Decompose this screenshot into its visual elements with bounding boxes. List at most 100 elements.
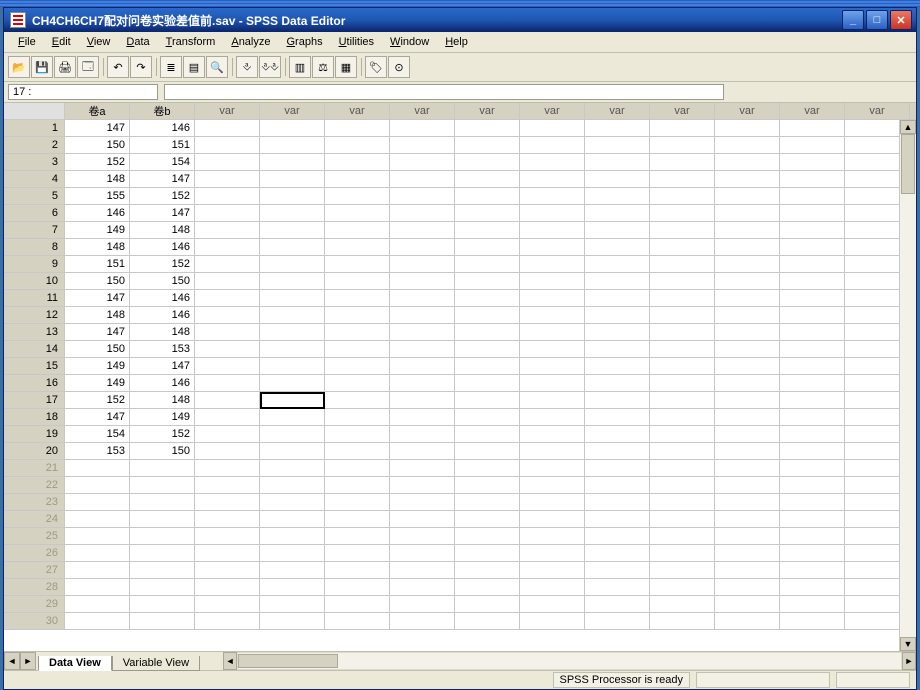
data-cell[interactable] xyxy=(585,154,650,171)
data-cell[interactable] xyxy=(195,239,260,256)
data-cell[interactable] xyxy=(455,239,520,256)
scroll-left-arrow[interactable]: ◄ xyxy=(223,652,237,670)
data-cell[interactable] xyxy=(260,239,325,256)
data-cell[interactable] xyxy=(325,222,390,239)
data-cell[interactable] xyxy=(650,375,715,392)
data-cell[interactable] xyxy=(390,290,455,307)
data-cell[interactable] xyxy=(325,494,390,511)
data-cell[interactable] xyxy=(650,545,715,562)
data-cell[interactable]: 149 xyxy=(65,222,130,239)
data-cell[interactable] xyxy=(390,205,455,222)
data-cell[interactable] xyxy=(130,613,195,630)
data-cell[interactable] xyxy=(585,307,650,324)
data-cell[interactable]: 148 xyxy=(65,307,130,324)
data-cell[interactable]: 149 xyxy=(130,409,195,426)
data-cell[interactable] xyxy=(390,460,455,477)
data-cell[interactable] xyxy=(325,239,390,256)
insert-case-button[interactable]: ⎀ xyxy=(236,56,258,78)
row-header[interactable]: 30 xyxy=(4,613,65,630)
split-file-button[interactable]: ▥ xyxy=(289,56,311,78)
data-cell[interactable] xyxy=(325,154,390,171)
data-cell[interactable]: 147 xyxy=(130,205,195,222)
data-cell[interactable] xyxy=(455,171,520,188)
data-cell[interactable] xyxy=(195,358,260,375)
data-cell[interactable] xyxy=(195,443,260,460)
data-cell[interactable] xyxy=(585,273,650,290)
data-cell[interactable] xyxy=(195,579,260,596)
data-cell[interactable] xyxy=(585,579,650,596)
row-header[interactable]: 11 xyxy=(4,290,65,307)
vertical-scrollbar[interactable]: ▲ ▼ xyxy=(899,120,916,651)
menu-view[interactable]: View xyxy=(79,35,119,49)
data-cell[interactable] xyxy=(585,443,650,460)
data-cell[interactable] xyxy=(390,494,455,511)
data-cell[interactable] xyxy=(780,477,845,494)
menu-help[interactable]: Help xyxy=(437,35,476,49)
data-cell[interactable] xyxy=(195,596,260,613)
data-cell[interactable] xyxy=(780,545,845,562)
vscroll-thumb[interactable] xyxy=(901,134,915,194)
data-cell[interactable] xyxy=(650,613,715,630)
data-cell[interactable]: 154 xyxy=(130,154,195,171)
data-cell[interactable] xyxy=(650,443,715,460)
data-cell[interactable] xyxy=(715,494,780,511)
row-header[interactable]: 1 xyxy=(4,120,65,137)
data-cell[interactable] xyxy=(715,596,780,613)
row-header[interactable]: 22 xyxy=(4,477,65,494)
data-cell[interactable] xyxy=(325,426,390,443)
data-cell[interactable] xyxy=(455,426,520,443)
data-cell[interactable] xyxy=(390,171,455,188)
undo-button[interactable]: ↶ xyxy=(107,56,129,78)
data-cell[interactable] xyxy=(715,477,780,494)
data-cell[interactable] xyxy=(195,324,260,341)
tab-scroll-left[interactable]: ◄ xyxy=(4,652,20,670)
menu-utilities[interactable]: Utilities xyxy=(331,35,382,49)
data-cell[interactable]: 153 xyxy=(65,443,130,460)
data-cell[interactable] xyxy=(650,120,715,137)
data-cell[interactable] xyxy=(260,545,325,562)
data-cell[interactable] xyxy=(715,154,780,171)
column-header-var[interactable]: var xyxy=(910,103,917,120)
data-cell[interactable] xyxy=(325,188,390,205)
data-cell[interactable] xyxy=(520,528,585,545)
data-cell[interactable] xyxy=(325,477,390,494)
data-cell[interactable] xyxy=(390,222,455,239)
menu-data[interactable]: Data xyxy=(118,35,157,49)
data-cell[interactable] xyxy=(650,358,715,375)
tab-data-view[interactable]: Data View xyxy=(38,656,112,671)
data-cell[interactable] xyxy=(650,409,715,426)
data-cell[interactable] xyxy=(325,137,390,154)
row-header[interactable]: 4 xyxy=(4,171,65,188)
data-cell[interactable] xyxy=(715,222,780,239)
data-cell[interactable] xyxy=(260,613,325,630)
open-button[interactable]: 📂 xyxy=(8,56,30,78)
menu-graphs[interactable]: Graphs xyxy=(278,35,330,49)
data-cell[interactable] xyxy=(195,477,260,494)
data-cell[interactable] xyxy=(130,545,195,562)
data-cell[interactable] xyxy=(325,579,390,596)
data-cell[interactable] xyxy=(455,375,520,392)
data-cell[interactable] xyxy=(650,528,715,545)
data-cell[interactable] xyxy=(260,358,325,375)
data-cell[interactable] xyxy=(455,545,520,562)
data-cell[interactable] xyxy=(780,239,845,256)
row-header[interactable]: 23 xyxy=(4,494,65,511)
data-cell[interactable] xyxy=(390,273,455,290)
data-cell[interactable]: 150 xyxy=(65,273,130,290)
data-cell[interactable] xyxy=(195,307,260,324)
data-cell[interactable] xyxy=(195,562,260,579)
minimize-button[interactable]: _ xyxy=(842,10,864,30)
data-cell[interactable] xyxy=(650,205,715,222)
data-cell[interactable] xyxy=(520,460,585,477)
row-header[interactable]: 28 xyxy=(4,579,65,596)
data-cell[interactable] xyxy=(715,460,780,477)
data-cell[interactable] xyxy=(130,511,195,528)
data-cell[interactable] xyxy=(780,613,845,630)
data-cell[interactable] xyxy=(650,222,715,239)
data-cell[interactable] xyxy=(715,273,780,290)
data-cell[interactable]: 147 xyxy=(130,358,195,375)
data-cell[interactable] xyxy=(780,256,845,273)
row-header[interactable]: 10 xyxy=(4,273,65,290)
data-cell[interactable] xyxy=(455,358,520,375)
row-header[interactable]: 17 xyxy=(4,392,65,409)
